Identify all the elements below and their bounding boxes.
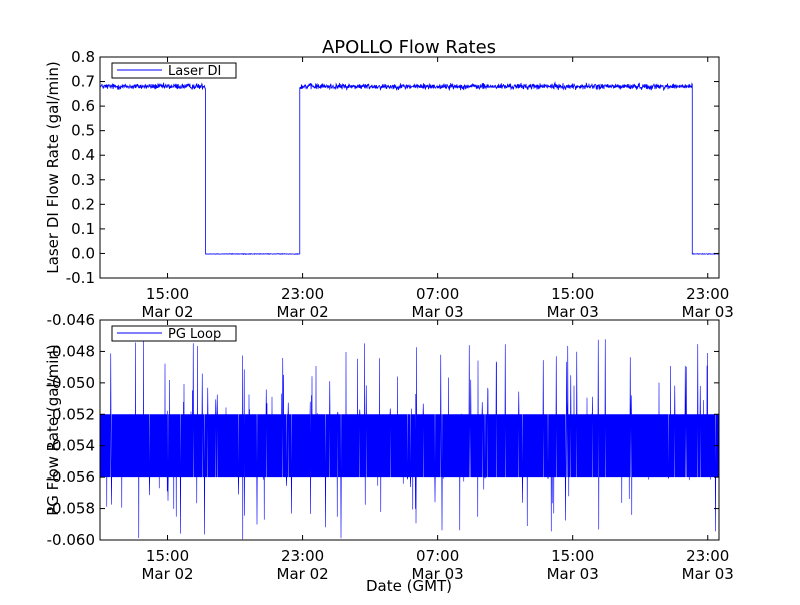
x-tick-date: Mar 03 [547,565,599,583]
y-axis-label-pg-loop: PG Flow Rate (gal/min) [44,344,62,516]
x-tick-time: 15:00 [146,547,189,565]
legend-label-laser-di: Laser DI [168,64,221,79]
y-tick-label: 0.3 [71,171,95,189]
x-tick-date: Mar 03 [547,303,599,321]
x-tick-time: 23:00 [686,285,729,303]
y-tick-label: 0.7 [71,73,95,91]
y-tick-label: 0.5 [71,122,95,140]
y-tick-label: -0.060 [47,531,95,549]
figure: APOLLO Flow Rates -0.1 0.0 0.1 0.2 0.3 0.4 0.5… [0,0,800,600]
x-tick-date: Mar 02 [141,565,193,583]
y-tick-label: 0.1 [71,220,95,238]
x-axis-label: Date (GMT) [366,577,452,595]
y-tick-label: -0.046 [47,311,95,329]
chart-canvas: APOLLO Flow Rates -0.1 0.0 0.1 0.2 0.3 0.4 0.5… [44,37,734,595]
y-axis-label-laser-di: Laser DI Flow Rate (gal/min) [44,61,62,273]
x-tick-date: Mar 03 [412,303,464,321]
y-tick-label: 0.2 [71,195,95,213]
y-tick-label: -0.1 [66,269,95,287]
x-tick-time: 23:00 [281,547,324,565]
x-tick-time: 15:00 [146,285,189,303]
x-tick-date: Mar 03 [682,303,734,321]
x-tick-time: 07:00 [416,547,459,565]
pg-loop-panel: -0.060-0.058-0.056-0.054-0.052-0.050-0.0… [44,311,734,583]
x-tick-time: 07:00 [416,285,459,303]
x-tick-date: Mar 02 [277,565,329,583]
y-tick-label: 0.4 [71,146,95,164]
x-tick-time: 23:00 [686,547,729,565]
x-tick-time: 15:00 [551,285,594,303]
x-tick-date: Mar 02 [277,303,329,321]
plot-frame-laser-di [100,57,719,278]
legend-pg-loop: PG Loop [111,325,237,342]
laser-di-panel: -0.10.00.10.20.30.40.50.60.70.8 15:00Mar… [44,48,734,321]
x-tick-time: 23:00 [281,285,324,303]
x-tick-time: 15:00 [551,547,594,565]
y-tick-label: 0.0 [71,244,95,262]
x-tick-date: Mar 02 [141,303,193,321]
y-tick-label: 0.6 [71,97,95,115]
chart-title: APOLLO Flow Rates [322,37,496,58]
legend-laser-di: Laser DI [111,62,237,79]
y-tick-label: 0.8 [71,48,95,66]
legend-label-pg-loop: PG Loop [168,327,221,342]
x-tick-date: Mar 03 [682,565,734,583]
